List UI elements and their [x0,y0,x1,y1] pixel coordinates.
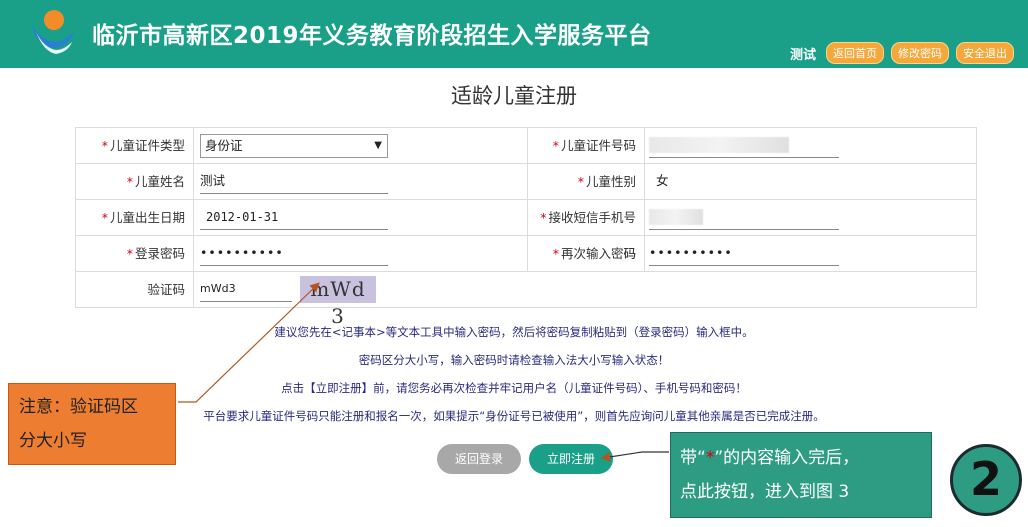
user-area: 测试 返回首页 修改密码 安全退出 [790,42,1014,64]
register-button[interactable]: 立即注册 [529,444,613,474]
name-input[interactable]: 测试 [200,170,388,194]
form-row: 验证码 mWd3 mWd 3 [76,272,976,328]
name-label: * 儿童姓名 [76,164,194,200]
dropdown-arrow-icon: ▼ [374,140,382,151]
step-number-badge: 2 [950,444,1022,516]
back-to-login-button[interactable]: 返回登录 [437,444,521,474]
header-bar: 临沂市高新区2019年义务教育阶段招生入学服务平台 测试 返回首页 修改密码 安… [0,0,1028,68]
registration-form: * 儿童证件类型 身份证 ▼ * 儿童证件号码 * 儿童姓名 测试 * 儿童性别 女 * 儿… [75,127,977,328]
username: 测试 [789,47,816,63]
gender-label: * 儿童性别 [527,164,645,200]
form-row: * 儿童出生日期 2012-01-31 * 接收短信手机号码 [76,200,976,261]
captcha-case-annotation: 注意：验证码区 分大小写 [8,383,176,465]
form-row: * 儿童证件类型 身份证 ▼ * 儿童证件号码 [76,128,976,164]
form-row: * 儿童姓名 测试 * 儿童性别 女 [76,164,976,200]
id-number-input[interactable] [649,134,839,158]
captcha-image[interactable]: mWd 3 [300,276,376,328]
home-link[interactable]: 返回首页 [826,42,884,64]
password-label: * 登录密码 [76,236,194,272]
logo-icon [32,10,74,54]
birthdate-input[interactable]: 2012-01-31 [200,206,388,230]
id-type-select[interactable]: 身份证 ▼ [200,134,388,158]
gender-value[interactable]: 女 [656,170,716,194]
site-title: 临沂市高新区2019年义务教育阶段招生入学服务平台 [92,23,652,49]
confirm-password-label: * 再次输入密码 [527,236,645,272]
birthdate-label: * 儿童出生日期 [76,200,194,236]
id-number-label: * 儿童证件号码 [527,128,645,164]
captcha-label: 验证码 [76,272,194,308]
phone-label: * 接收短信手机号码 [527,200,645,261]
form-row: * 登录密码 •••••••••• * 再次输入密码 •••••••••• [76,236,976,272]
password-input[interactable]: •••••••••• [200,242,388,266]
id-type-label: * 儿童证件类型 [76,128,194,164]
phone-input[interactable] [649,206,839,230]
confirm-password-input[interactable]: •••••••••• [649,242,839,266]
logout-link[interactable]: 安全退出 [956,42,1014,64]
change-password-link[interactable]: 修改密码 [891,42,949,64]
page-title: 适龄儿童注册 [451,84,577,108]
note-line: 建议您先在<记事本>等文本工具中输入密码，然后将密码复制粘贴到（登录密码）输入框… [274,325,754,339]
register-hint-annotation: 带“*”的内容输入完后， 点此按钮，进入到图 3 [670,432,932,518]
note-line: 密码区分大小写，输入密码时请检查输入法大小写输入状态！ [358,353,670,367]
captcha-input[interactable]: mWd3 [200,278,292,302]
